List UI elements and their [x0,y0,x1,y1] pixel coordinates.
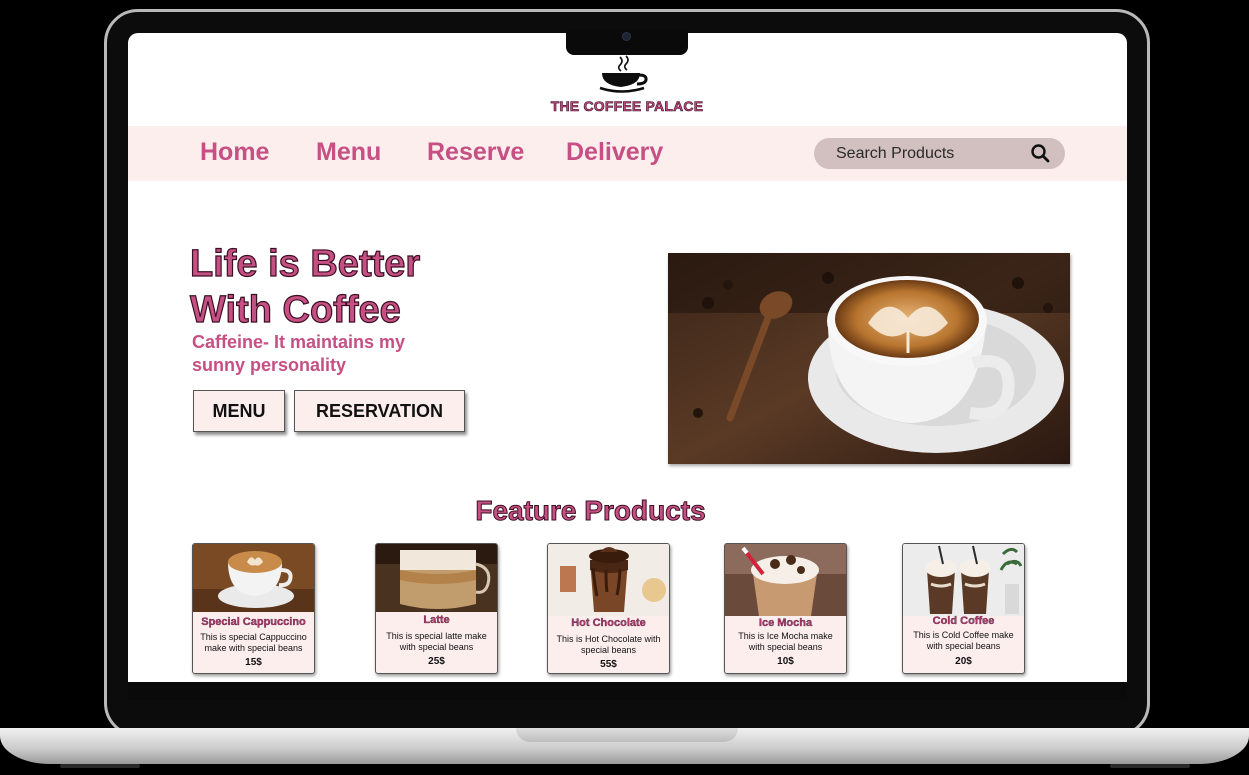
nav-menu[interactable]: Menu [316,138,381,167]
product-name: Ice Mocha [758,617,813,629]
product-card[interactable]: Latte This is special latte make with sp… [375,543,498,674]
product-description: This is special Cappuccino make with spe… [200,632,307,653]
latte-image [376,544,497,612]
product-card[interactable]: Cold Coffee This is Cold Coffee make wit… [902,543,1025,674]
nav-reserve[interactable]: Reserve [427,138,524,167]
search-input[interactable] [834,143,1018,164]
product-price: 15$ [245,657,262,668]
product-price: 55$ [600,659,617,670]
product-name: Special Cappuccino [201,616,306,628]
laptop-foot-left [60,764,140,768]
search-box [814,138,1065,169]
brand-name: THE COFFEE PALACE [550,98,704,115]
hero-latte-image [668,253,1070,464]
coffee-cup-logo-icon [599,55,648,93]
product-description: This is Hot Chocolate with special beans [556,634,661,655]
cappuccino-image [193,544,314,612]
hero-title: Life is Better With Coffee [189,241,421,333]
hero-subtitle: Caffeine- It maintains my sunny personal… [192,332,406,375]
laptop-base-notch [516,728,738,742]
ice-mocha-image [725,544,846,616]
featured-title: Feature Products [475,495,706,527]
product-price: 20$ [955,656,972,667]
hero-title-line2: With Coffee [189,288,401,331]
product-name: Hot Chocolate [571,617,646,629]
product-description: This is Ice Mocha make with special bean… [738,631,833,652]
product-description: This is special latte make with special … [386,631,487,652]
product-name: Latte [423,614,450,626]
screen: THE COFFEE PALACE Home Menu Reserve Deli… [128,33,1127,682]
product-description: This is Cold Coffee make with special be… [913,630,1014,651]
product-card[interactable]: Hot Chocolate This is Hot Chocolate with… [547,543,670,674]
reservation-button[interactable]: RESERVATION [294,390,465,432]
navbar: Home Menu Reserve Delivery [128,126,1127,181]
product-name: Cold Coffee [932,615,995,627]
webcam-icon [622,32,631,41]
laptop-foot-right [1110,764,1190,768]
product-price: 25$ [428,656,445,667]
nav-home[interactable]: Home [200,138,269,167]
cold-coffee-image [903,544,1024,616]
hot-chocolate-image [548,544,669,616]
laptop-bezel [128,682,1127,700]
product-card[interactable]: Special Cappuccino This is special Cappu… [192,543,315,674]
laptop-base [0,728,1249,764]
search-icon[interactable] [1030,143,1050,163]
product-price: 10$ [777,656,794,667]
camera-notch [566,30,688,55]
nav-delivery[interactable]: Delivery [566,138,663,167]
menu-button[interactable]: MENU [193,390,285,432]
product-card[interactable]: Ice Mocha This is Ice Mocha make with sp… [724,543,847,674]
hero-title-line1: Life is Better [189,242,421,285]
